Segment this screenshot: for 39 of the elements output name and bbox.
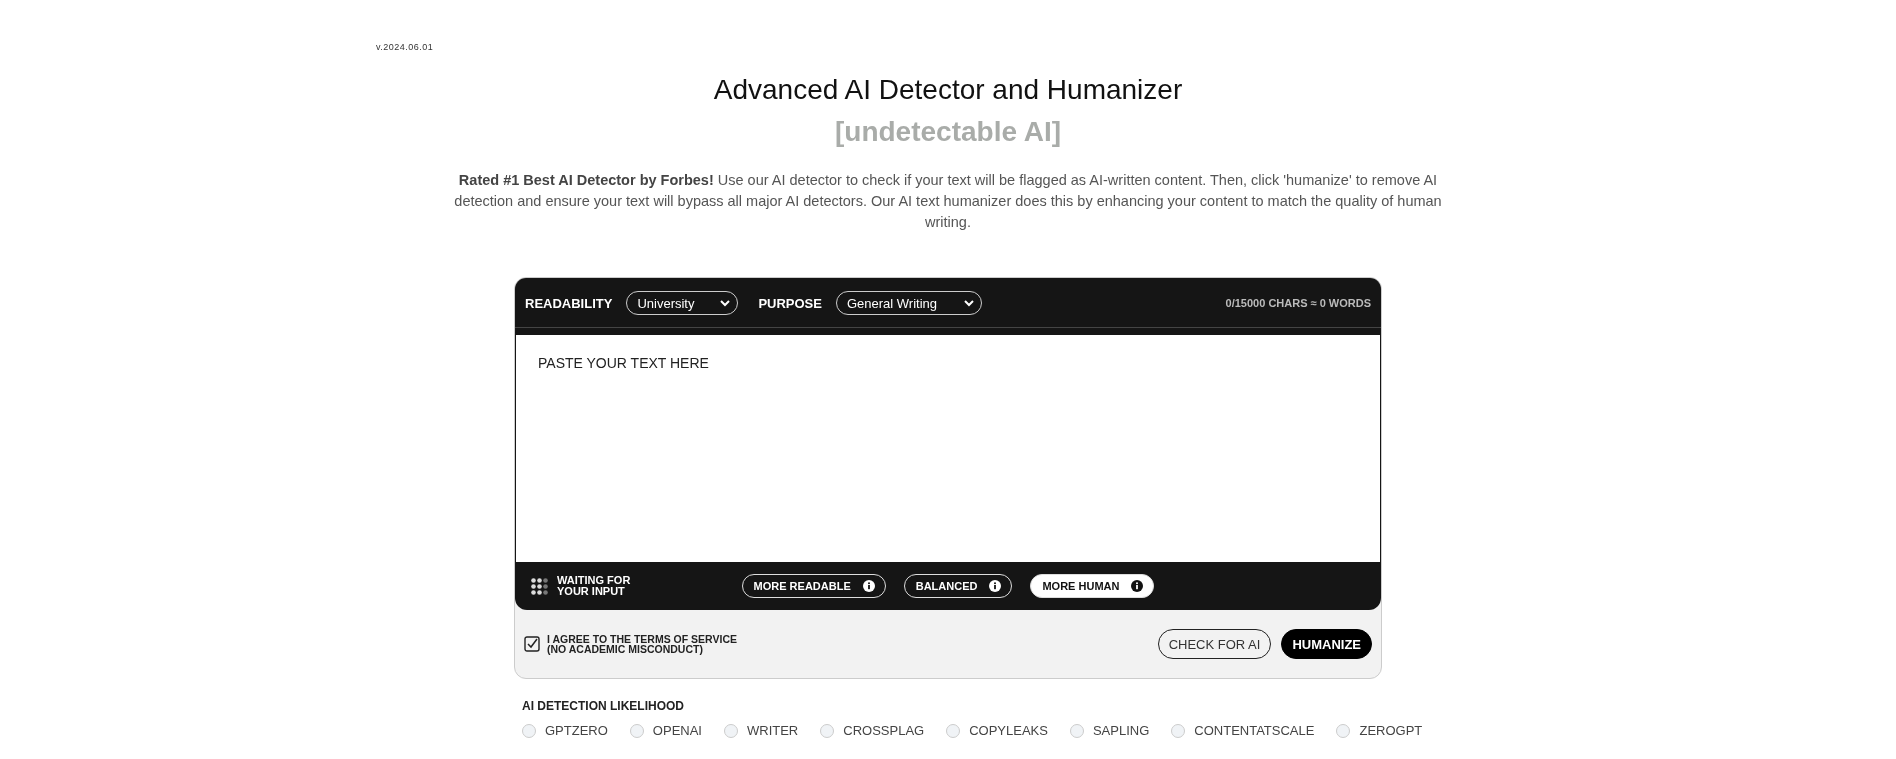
radio-button[interactable] [629,723,644,738]
detector-label: GPTZERO [545,723,608,738]
humanize-button[interactable]: HUMANIZE [1281,629,1372,659]
chevron-icon [962,297,975,309]
detector-label: SAPLING [1092,723,1150,738]
info-icon [989,580,1002,592]
info-icon [1131,580,1144,592]
radio-button[interactable] [522,723,536,738]
detector-label: CROSSPLAG [843,723,925,738]
setting-label: READABILITY [525,295,613,311]
mode-button[interactable]: MORE HUMAN [1030,574,1155,598]
intro-paragraph: Rated #1 Best AI Detector by Forbes! Use our AI detector to check if your text will be flagged as AI-written content. Then, click 'humanize' to remove AI detection and ensure your text will bypass all major AI detectors. Our AI text humanizer does this by enhancing your content to match the quality of human writing. [453,171,1443,232]
detector-label: OPENAI [652,723,702,738]
radio-button[interactable] [946,723,961,738]
dots-icon [531,577,548,595]
radio-button[interactable] [1336,723,1351,738]
radio-button[interactable] [820,723,835,738]
checkbox[interactable] [524,636,540,652]
chevron-icon [719,297,732,309]
mode-button[interactable]: BALANCED [903,574,1013,598]
version-label: v.2024.06.01 [376,42,434,52]
section-title: AI DETECTION LIKELIHOOD [522,699,685,713]
detector-label: WRITER [746,723,799,738]
detector-label: COPYLEAKS [969,723,1048,738]
radio-button[interactable] [723,723,738,738]
detector-label: CONTENTATSCALE [1194,723,1315,738]
status-text: WAITING FOR YOUR INPUT [557,575,632,597]
terms-label: I AGREE TO THE TERMS OF SERVICE [547,634,737,644]
text-input[interactable]: PASTE YOUR TEXT HERE [515,335,1381,562]
radio-button[interactable] [1171,723,1186,738]
radio-button[interactable] [1069,723,1084,738]
terms-note: (NO ACADEMIC MISCONDUCT) [547,644,704,654]
setting-label: PURPOSE [758,295,822,311]
info-icon [862,580,875,592]
page-title: Advanced AI Detector and Humanizer [713,74,1183,106]
mode-button[interactable]: MORE READABLE [741,574,886,598]
detector-label: ZEROGPT [1359,723,1423,738]
character-counter: 0/15000 CHARS ≈ 0 WORDS [1225,297,1371,309]
page-subtitle: [undetectable AI] [834,116,1062,148]
